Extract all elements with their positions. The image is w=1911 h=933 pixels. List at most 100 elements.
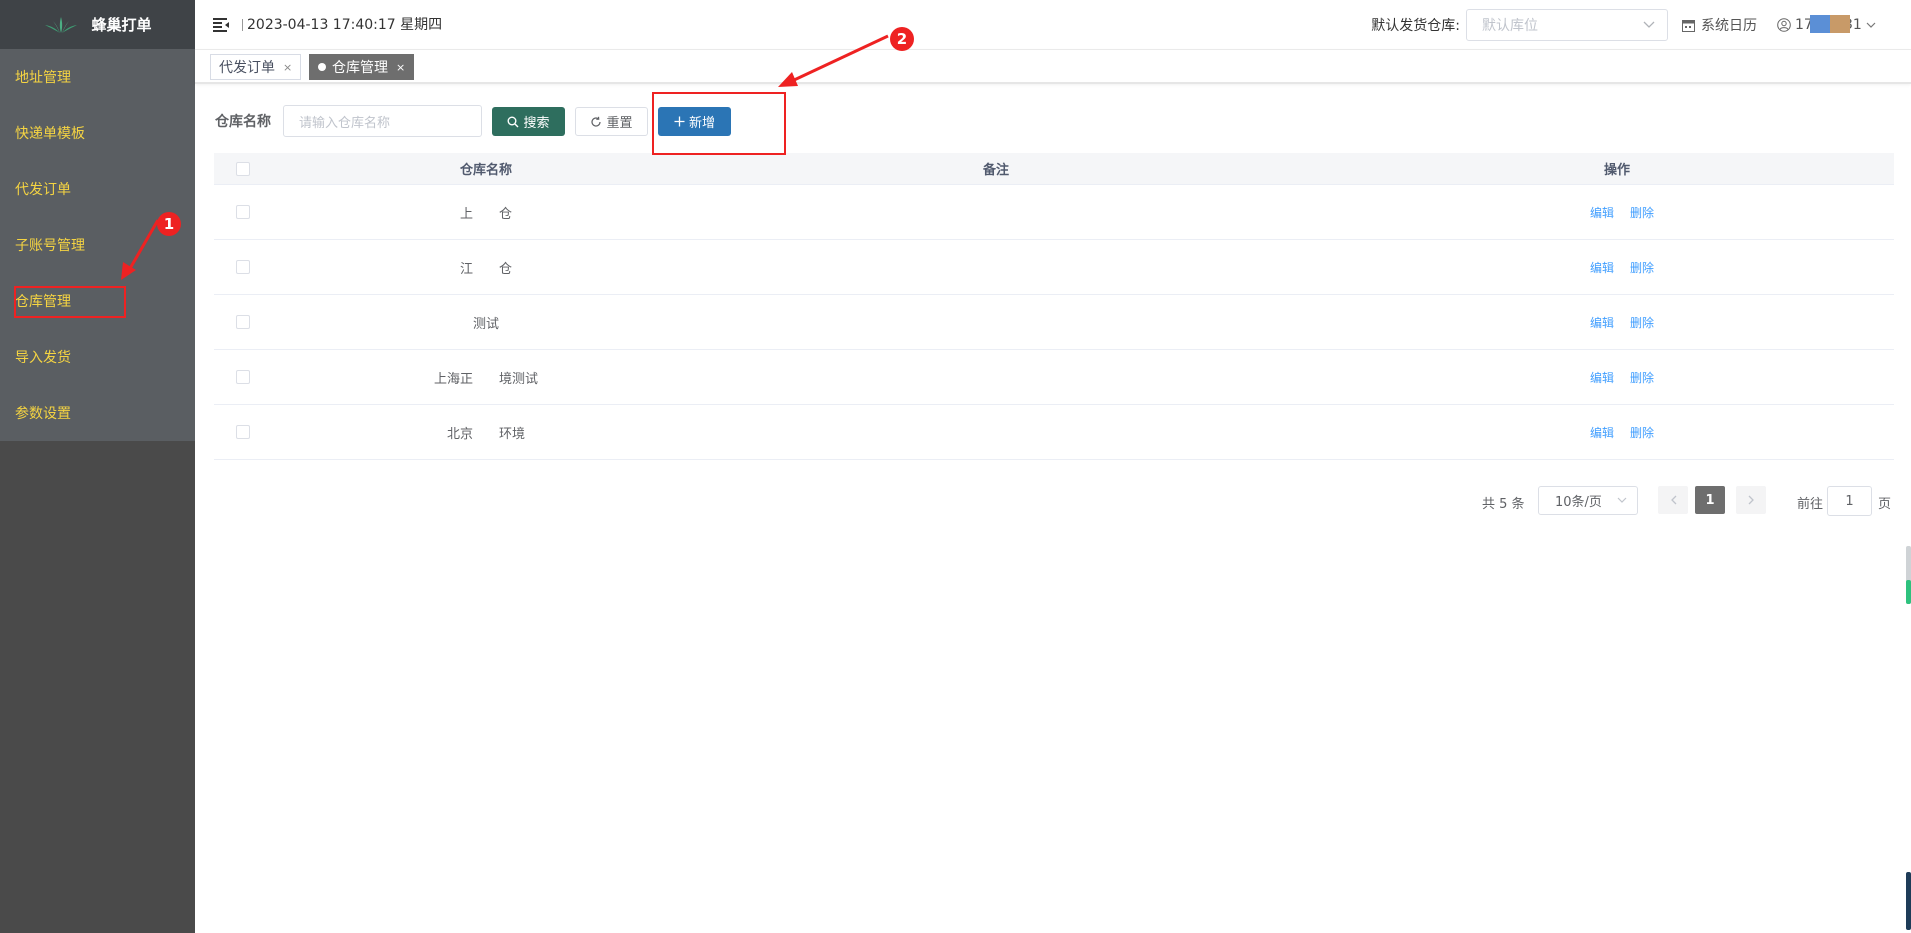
row-checkbox[interactable] [236,260,250,274]
chevron-down-icon [1866,22,1876,28]
delete-link[interactable]: 删除 [1630,369,1654,386]
delete-link[interactable]: 删除 [1630,259,1654,276]
delete-link[interactable]: 删除 [1630,424,1654,441]
user-menu[interactable]: 17 53931 [1777,15,1911,33]
default-warehouse-label: 默认发货仓库: [1371,18,1460,34]
logo: 蜂巢打单 [0,0,195,49]
table-row: 上 仓 编辑 删除 [214,185,1894,240]
next-page-button[interactable] [1736,486,1766,514]
sidebar-item-label: 快递单模板 [15,126,85,142]
redaction-mask [1810,15,1830,33]
sidebar-item-label: 地址管理 [15,70,71,86]
sidebar-item-label: 子账号管理 [15,238,85,254]
warehouse-name-label: 仓库名称 [215,114,271,130]
sidebar-item-label: 导入发货 [15,350,71,366]
table-row: 上海正 境测试 编辑 删除 [214,350,1894,405]
reset-button[interactable]: 重置 [575,107,648,136]
edit-link[interactable]: 编辑 [1590,259,1614,276]
tab-label: 仓库管理 [332,60,388,76]
chevron-left-icon [1670,495,1676,505]
row-checkbox[interactable] [236,370,250,384]
default-warehouse-placeholder: 默认库位 [1482,18,1538,34]
table-row: 测试 编辑 删除 [214,295,1894,350]
user-icon [1777,18,1791,32]
header-datetime: 2023-04-13 17:40:17 星期四 [242,18,442,32]
tab-warehouse[interactable]: 仓库管理 × [309,54,415,80]
header-right: 默认发货仓库: 默认库位 系统日历 17 53931 [1371,0,1911,50]
sidebar-item-label: 代发订单 [15,182,71,198]
annotation-arrows [121,34,889,280]
sidebar-menu: 地址管理 快递单模板 代发订单 子账号管理 仓库管理 导入发货 参数设置 [0,49,195,441]
warehouse-name-placeholder: 请输入仓库名称 [299,115,391,131]
edit-link[interactable]: 编辑 [1590,314,1614,331]
sidebar-item-import-ship[interactable]: 导入发货 [0,329,195,385]
sidebar-item-address[interactable]: 地址管理 [0,49,195,105]
chevron-down-icon [1617,497,1627,503]
warehouse-name-cell: 北京 环境 [446,426,525,442]
row-checkbox[interactable] [236,205,250,219]
table-row: 北京 环境 编辑 删除 [214,405,1894,460]
row-actions: 编辑 删除 [1590,369,1654,386]
delete-link[interactable]: 删除 [1630,314,1654,331]
search-button[interactable]: 搜索 [492,107,565,136]
row-actions: 编辑 删除 [1590,259,1654,276]
page-size-value: 10条/页 [1555,495,1602,510]
logo-text: 蜂巢打单 [91,16,152,34]
warehouse-name-cell: 上海正 境测试 [433,371,538,387]
logo-icon [45,16,78,33]
warehouse-name-cell: 测试 [472,316,499,332]
scroll-indicator-active [1906,580,1911,604]
column-header-name: 仓库名称 [459,163,512,178]
warehouse-name-cell: 江 仓 [459,261,512,277]
active-dot-icon [318,63,326,71]
search-button-label: 搜索 [523,116,550,131]
chevron-right-icon [1748,495,1754,505]
table-header: 仓库名称 备注 操作 [214,153,1894,185]
chevron-down-icon [1643,21,1655,28]
page-size-select[interactable]: 10条/页 [1538,486,1638,515]
sidebar-item-settings[interactable]: 参数设置 [0,385,195,441]
search-icon [507,116,519,127]
system-calendar-link[interactable]: 系统日历 [1682,15,1757,35]
warehouse-table: 仓库名称 备注 操作 上 仓 编辑 删除 江 仓 编辑 删除 测试 编辑 删除 … [214,153,1894,460]
row-checkbox[interactable] [236,425,250,439]
annotation-badge-2: 2 [890,27,914,51]
pagination-total: 共 5 条 [1482,497,1525,512]
goto-label: 前往 [1797,497,1824,512]
column-header-note: 备注 [982,163,1009,178]
sidebar-item-express-template[interactable]: 快递单模板 [0,105,195,161]
edit-link[interactable]: 编辑 [1590,424,1614,441]
tab-label: 代发订单 [219,60,275,76]
sidebar-item-dropship-orders[interactable]: 代发订单 [0,161,195,217]
refresh-icon [591,116,602,127]
annotation-box-sidebar [14,286,126,318]
edit-link[interactable]: 编辑 [1590,369,1614,386]
system-calendar-label: 系统日历 [1701,18,1757,34]
redaction-mask [1830,15,1850,33]
edit-link[interactable]: 编辑 [1590,204,1614,221]
prev-page-button[interactable] [1658,486,1688,514]
row-checkbox[interactable] [236,315,250,329]
sidebar: 蜂巢打单 地址管理 快递单模板 代发订单 子账号管理 仓库管理 导入发货 参数设… [0,0,195,933]
row-actions: 编辑 删除 [1590,314,1654,331]
goto-page-input[interactable]: 1 [1827,486,1872,516]
select-all-checkbox[interactable] [236,161,250,176]
pagination: 共 5 条 10条/页 1 前往 1 页 [0,486,1911,516]
annotation-box-add-button [652,92,786,155]
warehouse-name-input[interactable]: 请输入仓库名称 [283,105,482,137]
column-header-actions: 操作 [1604,163,1631,178]
scroll-indicator[interactable] [1906,872,1911,930]
calendar-icon [1682,19,1695,32]
warehouse-name-cell: 上 仓 [459,206,512,222]
close-icon[interactable]: × [396,61,405,74]
close-icon[interactable]: × [283,61,292,74]
tab-bar: 代发订单 × 仓库管理 × [195,50,1911,84]
default-warehouse-select[interactable]: 默认库位 [1466,9,1668,41]
tab-dropship-orders[interactable]: 代发订单 × [210,54,302,80]
page-number-current[interactable]: 1 [1695,486,1725,514]
goto-unit: 页 [1878,497,1892,512]
table-row: 江 仓 编辑 删除 [214,240,1894,295]
sidebar-item-label: 参数设置 [15,406,71,422]
delete-link[interactable]: 删除 [1630,204,1654,221]
menu-toggle-icon[interactable] [213,17,230,32]
